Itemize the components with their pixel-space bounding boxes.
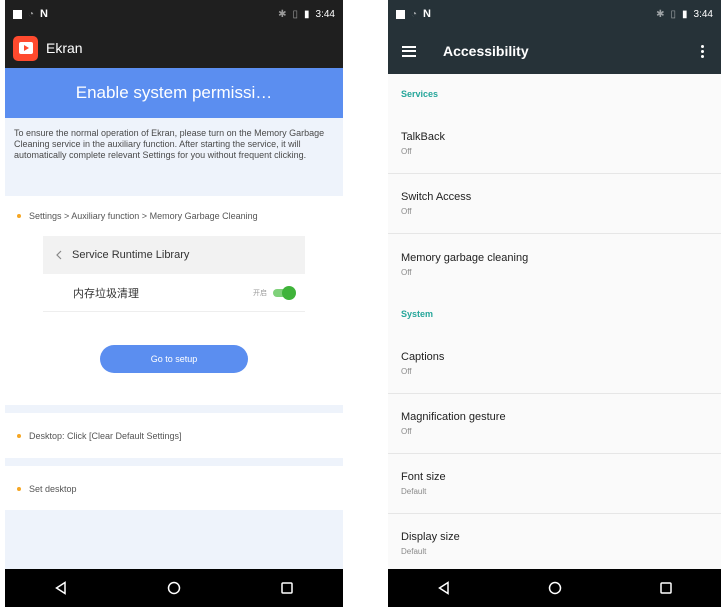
setting-font-size[interactable]: Font size Default [388,454,721,514]
divider [5,405,343,413]
menu-icon[interactable] [402,45,416,57]
app-bar: Ekran [5,28,343,68]
home-circle-icon [167,581,181,595]
setting-title: TalkBack [401,131,446,143]
setting-title: Magnification gesture [401,411,506,423]
setting-memory-garbage-cleaning[interactable]: Memory garbage cleaning Off [388,234,721,294]
preview-header: Service Runtime Library [43,236,305,274]
status-time: 3:44 [315,8,335,20]
signal-icon: ◔ [411,8,418,20]
toolbar: Accessibility [388,28,721,74]
ekran-screen: ◔ N ✱ ▯ ▮ 3:44 Ekran Enable system permi… [5,0,343,607]
back-button[interactable] [41,569,81,607]
setting-title: Font size [401,471,446,483]
step-set-desktop: Set desktop [5,466,343,511]
recents-square-icon [659,582,672,594]
bullet-icon [17,433,21,438]
n-icon: N [423,8,431,20]
services-header: Services [401,89,439,99]
navigation-bar [5,569,343,607]
preview-header-label: Service Runtime Library [72,249,190,261]
setting-switch-access[interactable]: Switch Access Off [388,174,721,234]
home-button[interactable] [154,569,194,607]
step-settings: Settings > Auxiliary function > Memory G… [5,196,343,236]
chevron-left-icon [56,250,62,260]
step-settings-label: Settings > Auxiliary function > Memory G… [29,211,258,221]
recents-button[interactable] [646,569,686,607]
setting-title: Memory garbage cleaning [401,251,529,264]
preview-toggle-text: 开启 [253,289,267,297]
step-desktop-label: Desktop: Click [Clear Default Settings] [29,430,182,441]
setting-display-size[interactable]: Display size Default [388,514,721,569]
bullet-icon [17,486,21,491]
settings-preview: Service Runtime Library 内存垃圾清理 开启 [43,236,305,312]
setting-value: Off [401,427,412,436]
status-bar: ◔ N ✱ ▯ ▮ 3:44 [5,0,343,28]
ekran-logo-icon [13,35,38,61]
recents-square-icon [280,582,293,594]
setting-title: Display size [401,531,460,543]
page-title: Accessibility [443,43,529,59]
setting-value: Default [401,547,427,556]
home-circle-icon [548,581,561,595]
bluetooth-icon: ✱ [278,8,287,20]
accessibility-screen: ◔ N ✱ ▯ ▮ 3:44 Accessibility Services Ta… [388,0,721,607]
setting-value: Off [401,367,412,376]
step-set-desktop-label: Set desktop [29,483,77,494]
setup-area: Go to setup [5,312,343,405]
system-header: System [401,309,434,319]
setting-value: Off [401,267,412,277]
status-bar: ◔ N ✱ ▯ ▮ 3:44 [388,0,721,28]
setting-title: Captions [401,351,445,363]
preview-row-label: 内存垃圾清理 [73,287,139,300]
setting-talkback[interactable]: TalkBack Off [388,114,721,174]
back-button[interactable] [424,569,464,607]
battery-icon: ▮ [304,8,310,20]
n-icon: N [40,8,48,20]
setting-value: Default [401,487,427,496]
preview-row: 内存垃圾清理 开启 [43,274,305,312]
bullet-icon [17,214,21,218]
bluetooth-icon: ✱ [656,8,665,20]
intro-text: To ensure the normal operation of Ekran,… [5,118,343,196]
setting-value: Off [401,207,412,216]
settings-list: Services TalkBack Off Switch Access Off … [388,74,721,569]
navigation-bar [388,569,721,607]
vibrate-icon: ▯ [292,8,299,20]
more-options-icon[interactable] [697,44,707,58]
recents-button[interactable] [267,569,307,607]
back-triangle-icon [55,581,67,595]
setting-value: Off [401,147,412,156]
toggle-switch [273,285,296,300]
notification-icon [396,9,405,19]
footer-space [5,510,343,569]
step-desktop: Desktop: Click [Clear Default Settings] [5,413,343,458]
home-button[interactable] [535,569,575,607]
permission-banner: Enable system permissi… [5,68,343,118]
status-time: 3:44 [693,8,713,20]
go-to-setup-button[interactable]: Go to setup [100,344,248,373]
battery-icon: ▮ [682,8,688,20]
preview-toggle-group: 开启 [253,285,296,300]
signal-icon: ◔ [28,8,35,20]
setting-title: Switch Access [401,191,472,203]
divider [5,458,343,466]
notification-icon [13,9,22,19]
vibrate-icon: ▯ [670,8,677,20]
back-triangle-icon [437,581,449,595]
setting-captions[interactable]: Captions Off [388,334,721,394]
setting-magnification-gesture[interactable]: Magnification gesture Off [388,394,721,454]
app-title: Ekran [46,40,83,56]
